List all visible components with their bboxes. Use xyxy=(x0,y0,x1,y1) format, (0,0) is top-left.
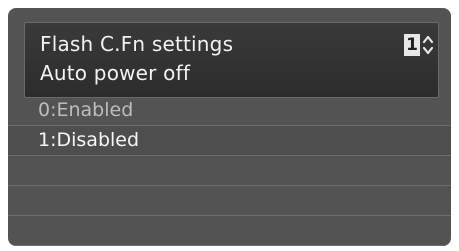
function-name: Auto power off xyxy=(40,61,191,85)
up-down-arrows-icon[interactable] xyxy=(422,33,434,57)
empty-row xyxy=(8,186,451,216)
option-label: 1:Disabled xyxy=(38,129,140,151)
option-label: 0:Enabled xyxy=(38,99,134,121)
settings-header: Flash C.Fn settings Auto power off 1 xyxy=(24,22,439,98)
option-disabled[interactable]: 1:Disabled xyxy=(8,126,451,156)
page-number-indicator[interactable]: 1 xyxy=(404,34,420,56)
option-enabled[interactable]: 0:Enabled xyxy=(8,96,451,126)
camera-menu-screen: Flash C.Fn settings Auto power off 1 0:E… xyxy=(8,8,451,246)
empty-row xyxy=(8,216,451,246)
options-list: 0:Enabled 1:Disabled xyxy=(8,96,451,246)
menu-title: Flash C.Fn settings xyxy=(40,32,234,56)
empty-row xyxy=(8,156,451,186)
